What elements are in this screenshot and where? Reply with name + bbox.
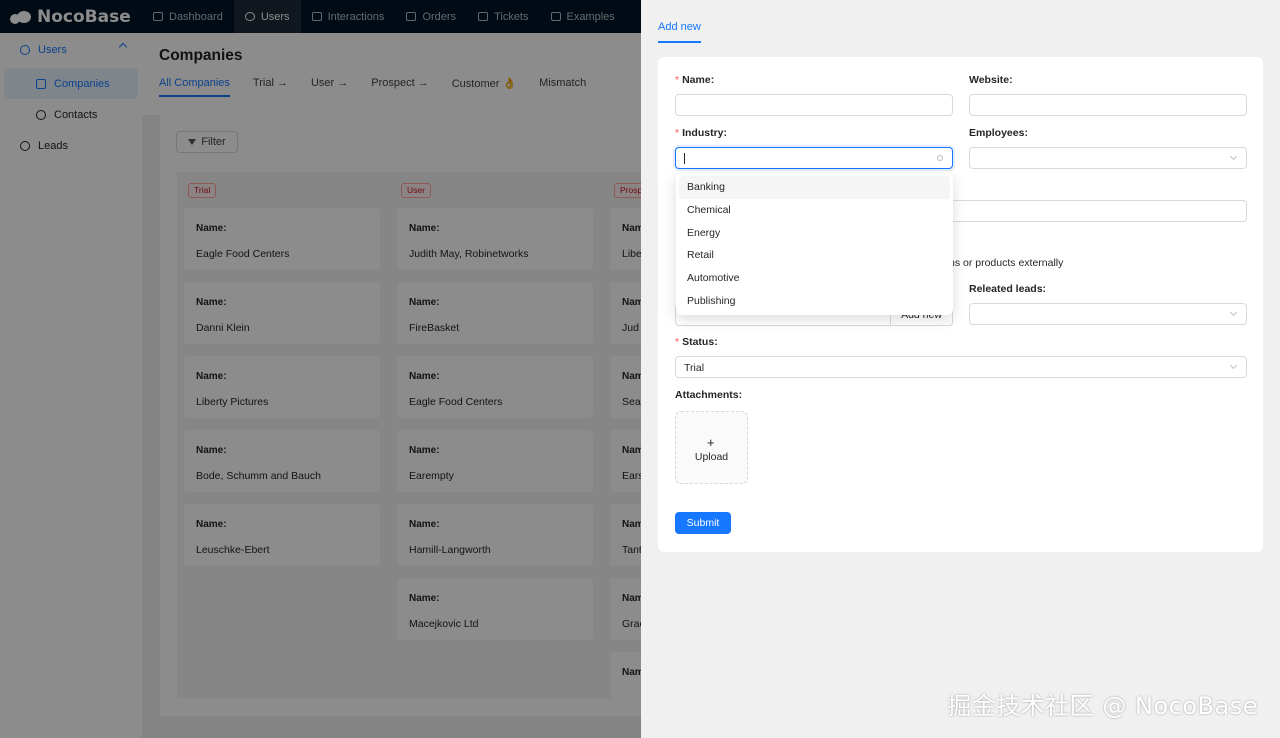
- related-leads-label: Releated leads:: [969, 283, 1047, 295]
- add-new-drawer: Add new * Name: Website: * Industry: Emplo…: [641, 0, 1280, 738]
- industry-label: * Industry:: [675, 127, 728, 139]
- chevron-down-icon: [1229, 361, 1238, 370]
- search-icon: [937, 155, 943, 161]
- status-select[interactable]: Trial: [675, 356, 1247, 378]
- industry-option[interactable]: Banking: [679, 176, 950, 199]
- name-input[interactable]: [675, 94, 953, 116]
- description-text: ns or products externally: [949, 257, 1064, 269]
- hidden-field-input[interactable]: [948, 200, 1247, 222]
- industry-select[interactable]: [675, 147, 953, 169]
- website-input[interactable]: [969, 94, 1247, 116]
- upload-button[interactable]: + Upload: [675, 411, 748, 484]
- text-caret: [684, 153, 685, 164]
- industry-dropdown: Banking Chemical Energy Retail Automotiv…: [676, 173, 953, 315]
- watermark: 掘金技术社区 @ NocoBase: [947, 692, 1258, 720]
- plus-icon: +: [707, 435, 715, 450]
- name-label: * Name:: [675, 74, 715, 86]
- employees-select[interactable]: [969, 147, 1247, 169]
- submit-button[interactable]: Submit: [675, 512, 731, 534]
- status-label: * Status:: [675, 336, 718, 348]
- industry-option[interactable]: Automotive: [679, 267, 950, 290]
- tab-add-new[interactable]: Add new: [658, 21, 701, 43]
- industry-option[interactable]: Publishing: [679, 290, 950, 313]
- industry-option[interactable]: Energy: [679, 222, 950, 245]
- status-value: Trial: [684, 362, 705, 374]
- website-label: Website:: [969, 74, 1013, 86]
- employees-label: Employees:: [969, 127, 1028, 139]
- attachments-label: Attachments:: [675, 389, 743, 401]
- industry-option[interactable]: Retail: [679, 244, 950, 267]
- chevron-down-icon: [1229, 308, 1238, 317]
- industry-option[interactable]: Chemical: [679, 199, 950, 222]
- chevron-down-icon: [1229, 152, 1238, 161]
- related-leads-select[interactable]: [969, 303, 1247, 325]
- upload-label: Upload: [694, 451, 729, 463]
